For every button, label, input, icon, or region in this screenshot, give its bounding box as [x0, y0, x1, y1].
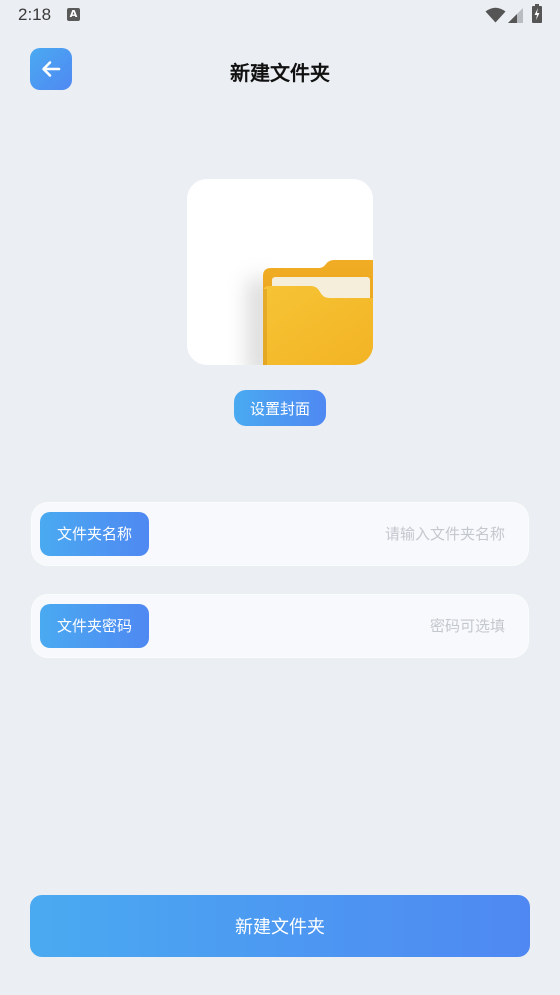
set-cover-button[interactable]: 设置封面	[234, 390, 326, 426]
folder-name-label: 文件夹名称	[40, 512, 149, 556]
signal-icon	[508, 8, 523, 23]
folder-name-row: 文件夹名称	[32, 503, 528, 565]
status-time: 2:18	[18, 5, 52, 24]
cover-image[interactable]	[187, 179, 373, 365]
folder-name-input[interactable]	[162, 512, 505, 556]
folder-icon	[249, 260, 373, 365]
create-folder-button[interactable]: 新建文件夹	[30, 895, 530, 957]
wifi-icon	[485, 7, 506, 23]
folder-password-row: 文件夹密码	[32, 595, 528, 657]
notification-glyph: A	[67, 8, 80, 21]
a-notification-icon: A	[67, 8, 80, 21]
folder-password-label: 文件夹密码	[40, 604, 149, 648]
page-title: 新建文件夹	[230, 61, 330, 85]
battery-icon	[532, 4, 542, 23]
folder-password-input[interactable]	[162, 604, 505, 648]
